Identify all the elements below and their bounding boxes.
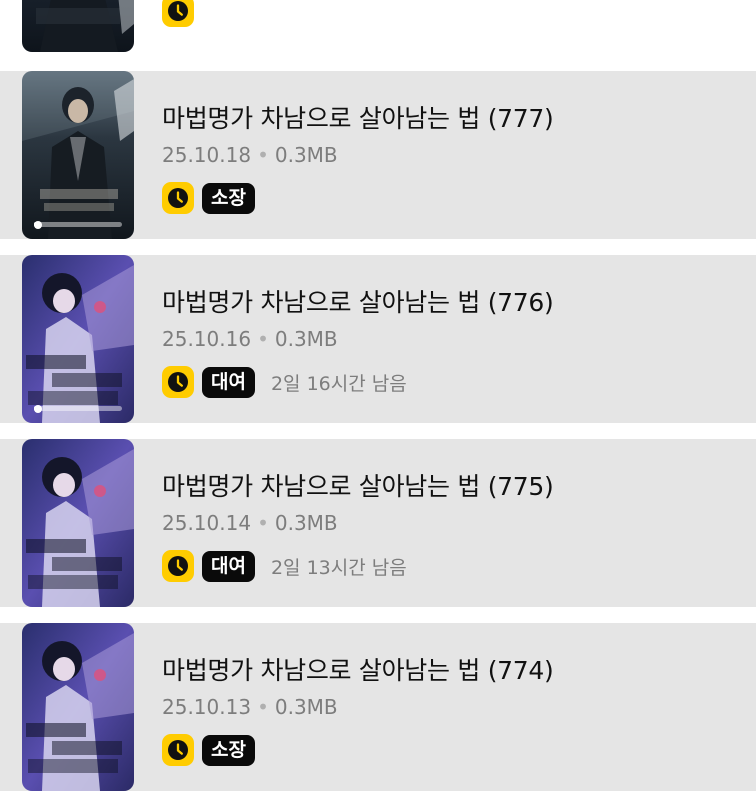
- episode-cover-thumbnail[interactable]: [22, 255, 134, 423]
- episode-row[interactable]: 마법명가 차남으로 살아남는 법 (775) 25.10.14 • 0.3MB 대여…: [0, 439, 756, 607]
- episode-file-size: 0.3MB: [274, 327, 338, 351]
- cover-art-purple: [22, 439, 134, 607]
- separator-dot: •: [257, 695, 269, 719]
- episode-file-size: 0.3MB: [274, 143, 338, 167]
- episode-title: 마법명가 차남으로 살아남는 법 (776): [162, 288, 554, 317]
- episode-file-size: 0.3MB: [274, 511, 338, 535]
- clock-icon: [162, 182, 194, 214]
- episode-badges: 대여 2일 16시간 남음: [162, 366, 407, 398]
- ownership-tag: 소장: [202, 182, 255, 214]
- cover-art-dark: [22, 71, 134, 239]
- episode-badges: 대여 2일 13시간 남음: [162, 550, 407, 582]
- clock-icon: [162, 366, 194, 398]
- episode-meta: 25.10.13 • 0.3MB: [162, 695, 338, 719]
- read-progress-knob: [34, 404, 43, 413]
- episode-row[interactable]: 마법명가 차남으로 살아남는 법 (776) 25.10.16 • 0.3MB 대여…: [0, 255, 756, 423]
- episode-date: 25.10.16: [162, 327, 252, 351]
- episode-file-size: 0.3MB: [274, 695, 338, 719]
- episode-date: 25.10.18: [162, 143, 252, 167]
- episode-row[interactable]: 마법명가 차남으로 살아남는 법 (777) 25.10.18 • 0.3MB 소장: [0, 71, 756, 239]
- separator-dot: •: [257, 327, 269, 351]
- cover-art-purple: [22, 623, 134, 791]
- episode-row[interactable]: [0, 0, 756, 52]
- rental-time-remaining: 2일 16시간 남음: [270, 372, 407, 395]
- read-progress-bar: [34, 404, 122, 413]
- episode-cover-thumbnail[interactable]: [22, 71, 134, 239]
- episode-date: 25.10.13: [162, 695, 252, 719]
- episode-title: 마법명가 차남으로 살아남는 법 (777): [162, 104, 554, 133]
- rental-tag: 대여: [202, 366, 255, 398]
- separator-dot: •: [257, 511, 269, 535]
- episode-cover-thumbnail[interactable]: [22, 439, 134, 607]
- episode-date: 25.10.14: [162, 511, 252, 535]
- clock-icon: [162, 734, 194, 766]
- episode-meta: 25.10.16 • 0.3MB: [162, 327, 338, 351]
- episode-row[interactable]: 마법명가 차남으로 살아남는 법 (774) 25.10.13 • 0.3MB 소장: [0, 623, 756, 791]
- read-progress-bar: [34, 220, 122, 229]
- separator-dot: •: [257, 143, 269, 167]
- episode-title: 마법명가 차남으로 살아남는 법 (774): [162, 656, 554, 685]
- cover-art-dark: [22, 0, 134, 52]
- read-progress-knob: [34, 220, 43, 229]
- episode-cover-thumbnail[interactable]: [22, 623, 134, 791]
- episode-badges: [162, 0, 194, 27]
- episode-badges: 소장: [162, 734, 255, 766]
- episode-badges: 소장: [162, 182, 255, 214]
- episode-meta: 25.10.14 • 0.3MB: [162, 511, 338, 535]
- clock-icon: [162, 550, 194, 582]
- clock-icon: [162, 0, 194, 27]
- episode-meta: 25.10.18 • 0.3MB: [162, 143, 338, 167]
- episode-title: 마법명가 차남으로 살아남는 법 (775): [162, 472, 554, 501]
- episode-list: 마법명가 차남으로 살아남는 법 (777) 25.10.18 • 0.3MB 소장: [0, 0, 756, 809]
- rental-tag: 대여: [202, 550, 255, 582]
- cover-art-purple: [22, 255, 134, 423]
- episode-cover-thumbnail[interactable]: [22, 0, 134, 52]
- rental-time-remaining: 2일 13시간 남음: [270, 556, 407, 579]
- ownership-tag: 소장: [202, 734, 255, 766]
